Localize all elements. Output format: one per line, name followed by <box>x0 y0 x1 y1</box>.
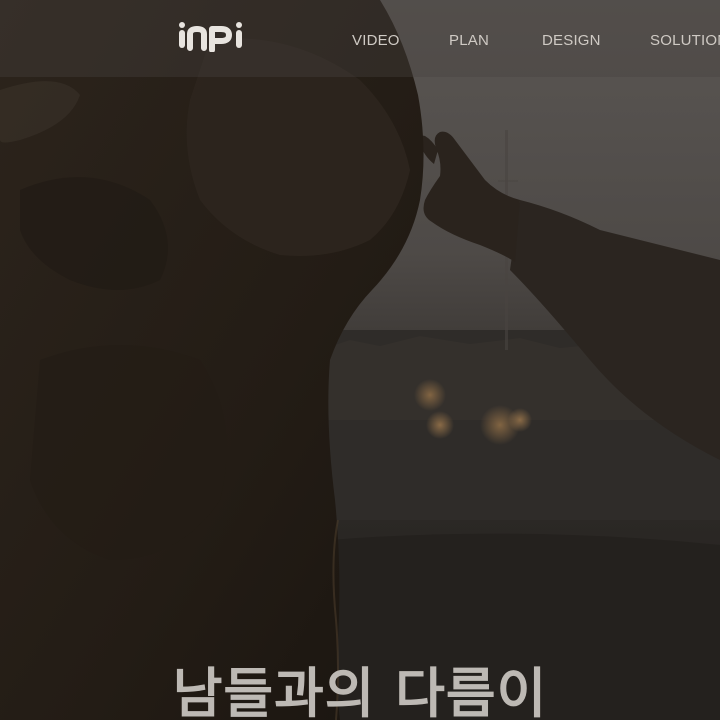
headline-clip: 남들과의 다름이 <box>0 0 720 720</box>
hero-section: VIDEO PLAN DESIGN SOLUTION 남들과의 다름이 <box>0 0 720 720</box>
hero-headline: 남들과의 다름이 <box>172 662 548 720</box>
